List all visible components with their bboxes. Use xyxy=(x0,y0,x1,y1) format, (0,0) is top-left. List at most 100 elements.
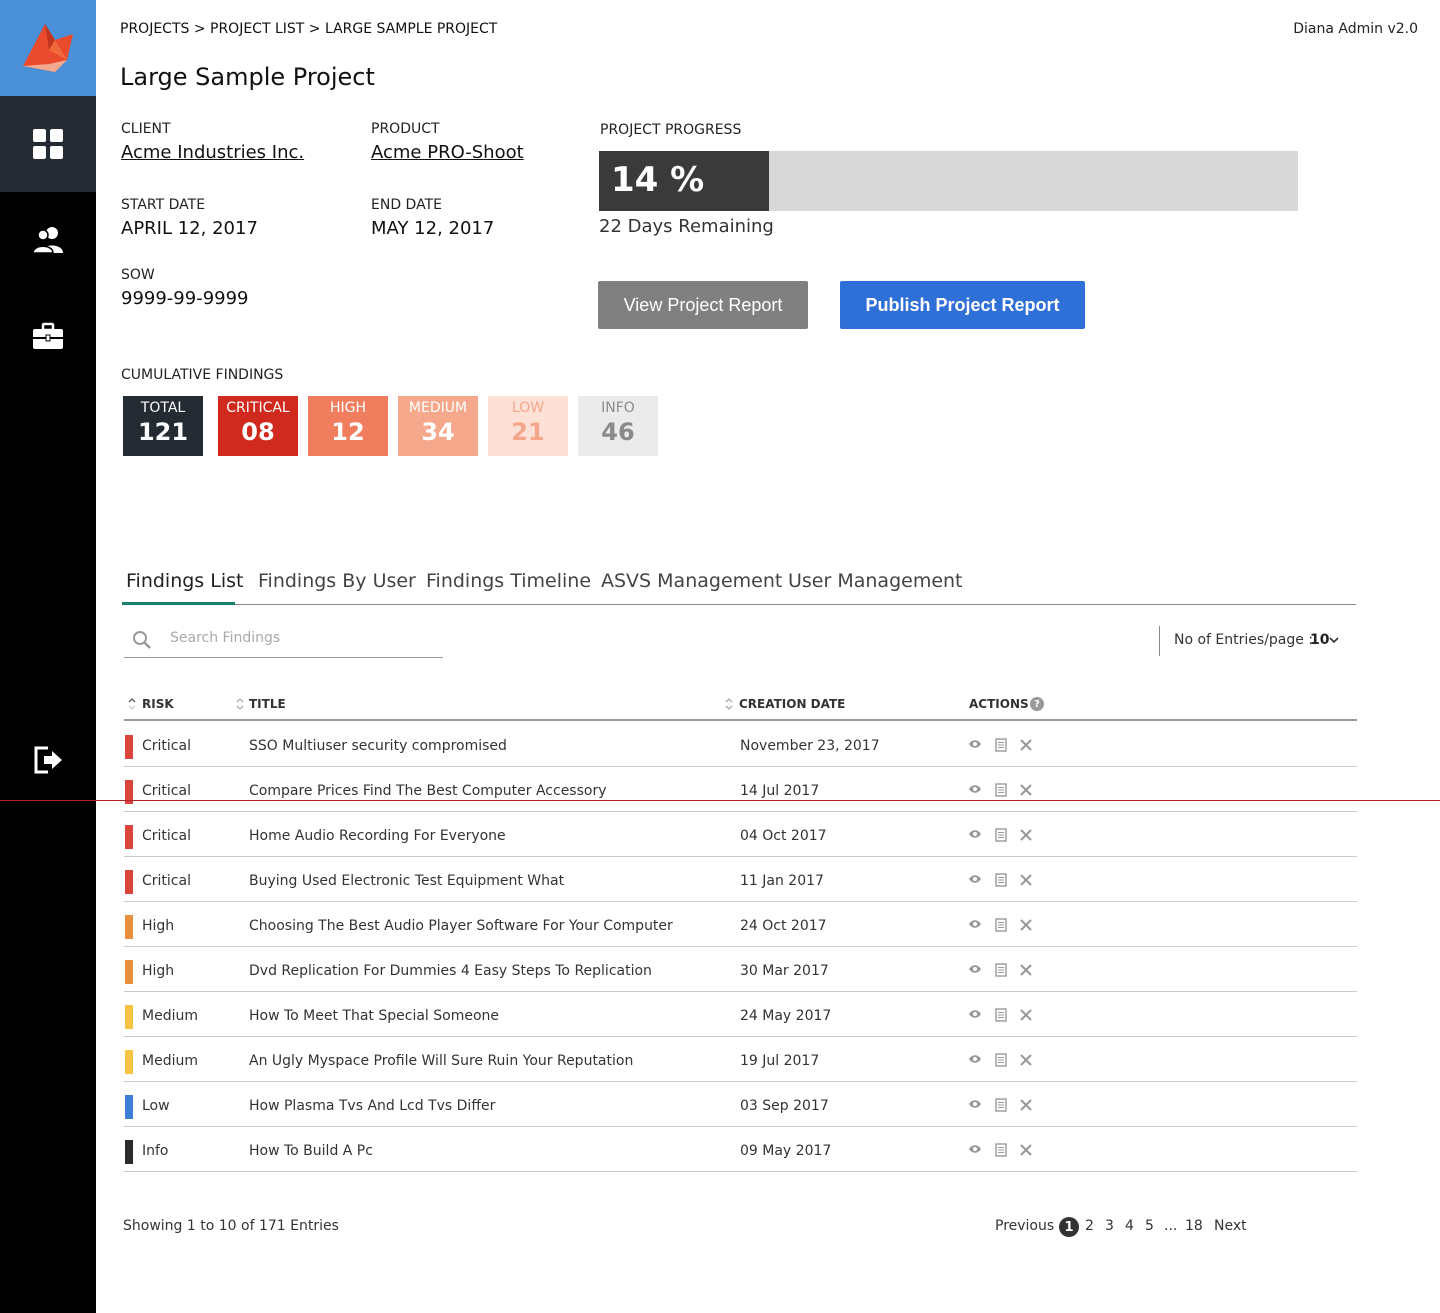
close-icon[interactable] xyxy=(1020,829,1032,841)
product-link[interactable]: Acme PRO-Shoot xyxy=(371,142,524,163)
title-cell[interactable]: Home Audio Recording For Everyone xyxy=(249,828,506,844)
eye-icon[interactable] xyxy=(968,739,982,749)
view-report-button[interactable]: View Project Report xyxy=(598,281,808,329)
nav-projects[interactable] xyxy=(0,288,96,384)
tab-findings-by-user[interactable]: Findings By User xyxy=(258,570,416,592)
sort-icon[interactable] xyxy=(725,697,733,711)
title-cell[interactable]: An Ugly Myspace Profile Will Sure Ruin Y… xyxy=(249,1053,633,1069)
report-icon[interactable] xyxy=(995,1143,1007,1157)
eye-icon[interactable] xyxy=(968,919,982,929)
report-icon[interactable] xyxy=(995,783,1007,797)
eye-icon[interactable] xyxy=(968,1099,982,1109)
eye-icon[interactable] xyxy=(968,784,982,794)
eye-icon[interactable] xyxy=(968,829,982,839)
close-icon[interactable] xyxy=(1020,919,1032,931)
findings-box-low[interactable]: LOW 21 xyxy=(488,396,568,456)
pagination-page[interactable]: 18 xyxy=(1185,1218,1203,1234)
eye-icon[interactable] xyxy=(968,1144,982,1154)
sort-icon[interactable] xyxy=(128,697,136,711)
table-row[interactable]: Critical Compare Prices Find The Best Com… xyxy=(124,767,1357,812)
close-icon[interactable] xyxy=(1020,874,1032,886)
title-cell[interactable]: How Plasma Tvs And Lcd Tvs Differ xyxy=(249,1098,495,1114)
column-creation-date[interactable]: CREATION DATE xyxy=(739,697,845,711)
column-title[interactable]: TITLE xyxy=(249,697,286,711)
table-row[interactable]: Low How Plasma Tvs And Lcd Tvs Differ 03 S… xyxy=(124,1082,1357,1127)
column-actions: ACTIONS xyxy=(969,697,1029,711)
report-icon[interactable] xyxy=(995,918,1007,932)
risk-indicator xyxy=(125,735,133,759)
title-cell[interactable]: Buying Used Electronic Test Equipment Wh… xyxy=(249,873,564,889)
tab-asvs-management[interactable]: ASVS Management xyxy=(601,570,782,592)
nav-logout[interactable] xyxy=(0,712,96,808)
risk-cell: Critical xyxy=(142,783,191,799)
report-icon[interactable] xyxy=(995,963,1007,977)
eye-icon[interactable] xyxy=(968,1009,982,1019)
close-icon[interactable] xyxy=(1020,1099,1032,1111)
table-row[interactable]: Critical Buying Used Electronic Test Equi… xyxy=(124,857,1357,902)
findings-box-count: 34 xyxy=(421,418,455,446)
title-cell[interactable]: Dvd Replication For Dummies 4 Easy Steps… xyxy=(249,963,652,979)
table-row[interactable]: Medium How To Meet That Special Someone 24… xyxy=(124,992,1357,1037)
title-cell[interactable]: How To Meet That Special Someone xyxy=(249,1008,499,1024)
report-icon[interactable] xyxy=(995,1053,1007,1067)
tab-user-management[interactable]: User Management xyxy=(788,570,963,592)
tab-findings-list[interactable]: Findings List xyxy=(126,570,243,592)
close-icon[interactable] xyxy=(1020,1054,1032,1066)
findings-box-info[interactable]: INFO 46 xyxy=(578,396,658,456)
pagination-page[interactable]: 5 xyxy=(1145,1218,1154,1234)
pagination-next[interactable]: Next xyxy=(1214,1218,1247,1234)
pagination-page[interactable]: 2 xyxy=(1085,1218,1094,1234)
nav-users[interactable] xyxy=(0,192,96,288)
title-cell[interactable]: Compare Prices Find The Best Computer Ac… xyxy=(249,783,607,799)
date-cell: 11 Jan 2017 xyxy=(740,873,824,889)
pagination-previous[interactable]: Previous xyxy=(995,1218,1054,1234)
table-row[interactable]: Critical Home Audio Recording For Everyon… xyxy=(124,812,1357,857)
close-icon[interactable] xyxy=(1020,1144,1032,1156)
findings-box-critical[interactable]: CRITICAL 08 xyxy=(218,396,298,456)
findings-box-medium[interactable]: MEDIUM 34 xyxy=(398,396,478,456)
publish-report-button[interactable]: Publish Project Report xyxy=(840,281,1085,329)
table-row[interactable]: High Dvd Replication For Dummies 4 Easy S… xyxy=(124,947,1357,992)
title-cell[interactable]: How To Build A Pc xyxy=(249,1143,373,1159)
report-icon[interactable] xyxy=(995,873,1007,887)
sort-icon[interactable] xyxy=(236,697,244,711)
tab-findings-timeline[interactable]: Findings Timeline xyxy=(426,570,591,592)
pagination-page[interactable]: 4 xyxy=(1125,1218,1134,1234)
risk-indicator xyxy=(125,1140,133,1164)
breadcrumb[interactable]: PROJECTS > PROJECT LIST > LARGE SAMPLE P… xyxy=(120,21,497,37)
column-risk[interactable]: RISK xyxy=(142,697,174,711)
help-icon[interactable]: ? xyxy=(1030,697,1044,711)
close-icon[interactable] xyxy=(1020,964,1032,976)
findings-box-total[interactable]: TOTAL 121 xyxy=(123,396,203,456)
table-row[interactable]: Info How To Build A Pc 09 May 2017 xyxy=(124,1127,1357,1172)
search-input[interactable] xyxy=(170,630,430,646)
start-date-label: START DATE xyxy=(121,197,206,213)
chevron-down-icon[interactable] xyxy=(1328,634,1340,646)
report-icon[interactable] xyxy=(995,1008,1007,1022)
findings-box-label: INFO xyxy=(601,400,635,416)
title-cell[interactable]: Choosing The Best Audio Player Software … xyxy=(249,918,673,934)
entries-per-page-select[interactable]: 10 xyxy=(1310,632,1329,648)
report-icon[interactable] xyxy=(995,1098,1007,1112)
close-icon[interactable] xyxy=(1020,784,1032,796)
findings-box-high[interactable]: HIGH 12 xyxy=(308,396,388,456)
report-icon[interactable] xyxy=(995,738,1007,752)
table-row[interactable]: High Choosing The Best Audio Player Softw… xyxy=(124,902,1357,947)
table-row[interactable]: Medium An Ugly Myspace Profile Will Sure … xyxy=(124,1037,1357,1082)
pagination-page-current[interactable]: 1 xyxy=(1059,1217,1079,1237)
risk-cell: Info xyxy=(142,1143,169,1159)
title-cell[interactable]: SSO Multiuser security compromised xyxy=(249,738,507,754)
page-title: Large Sample Project xyxy=(120,63,375,91)
nav-dashboard[interactable] xyxy=(0,96,96,192)
client-link[interactable]: Acme Industries Inc. xyxy=(121,142,304,163)
eye-icon[interactable] xyxy=(968,964,982,974)
eye-icon[interactable] xyxy=(968,1054,982,1064)
report-icon[interactable] xyxy=(995,828,1007,842)
table-row[interactable]: Critical SSO Multiuser security compromis… xyxy=(124,722,1357,767)
eye-icon[interactable] xyxy=(968,874,982,884)
fox-logo-icon[interactable] xyxy=(0,0,96,96)
pagination-page[interactable]: 3 xyxy=(1105,1218,1114,1234)
close-icon[interactable] xyxy=(1020,739,1032,751)
dashboard-grid-icon xyxy=(33,129,63,159)
close-icon[interactable] xyxy=(1020,1009,1032,1021)
